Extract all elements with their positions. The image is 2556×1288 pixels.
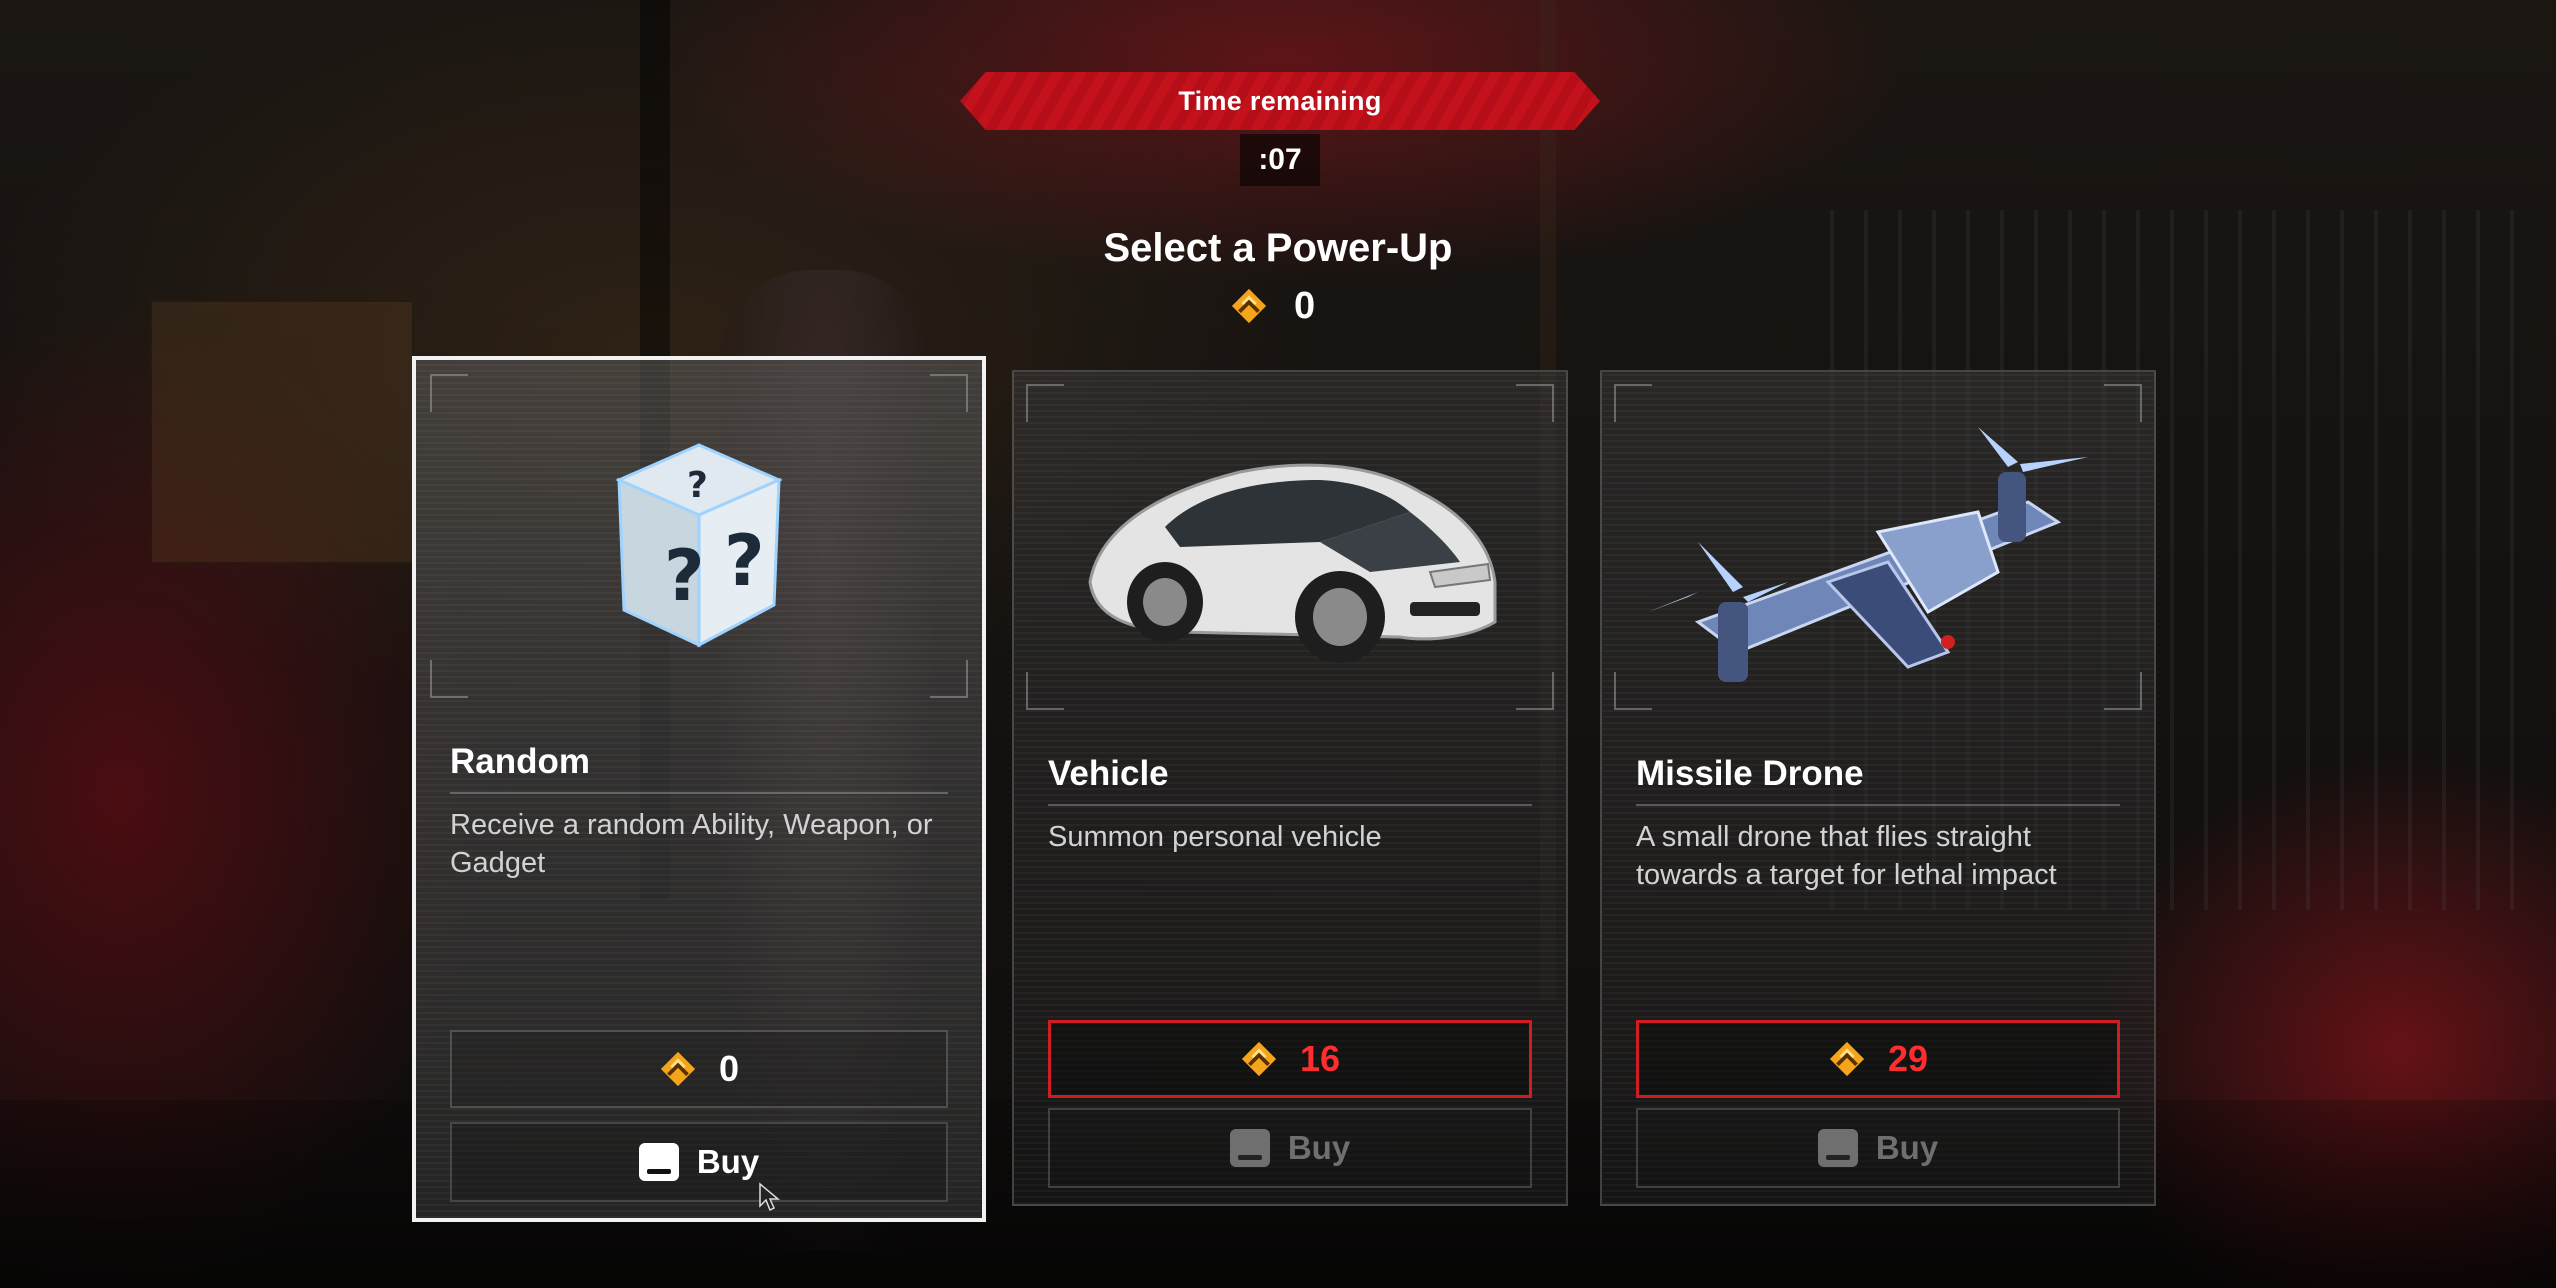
price-value: 29 <box>1887 1038 1929 1079</box>
timer-label: Time remaining <box>1178 85 1382 116</box>
buy-button-random[interactable]: Buy <box>450 1122 948 1202</box>
background-crate <box>150 300 414 564</box>
coin-icon <box>659 1050 697 1088</box>
price-value: 16 <box>1299 1038 1341 1079</box>
card-title: Vehicle <box>1048 754 1169 793</box>
coin-icon <box>1230 287 1268 325</box>
keyboard-space-icon <box>1229 1129 1270 1167</box>
price-box: 0 <box>450 1030 948 1108</box>
card-title: Missile Drone <box>1636 754 1864 793</box>
price-box: 29 <box>1636 1020 2120 1098</box>
timer-value-box: :07 <box>1240 134 1320 186</box>
card-description: A small drone that flies straight toward… <box>1636 821 2057 891</box>
coin-icon <box>1828 1040 1866 1078</box>
card-divider <box>1048 804 1532 806</box>
keyboard-space-icon <box>638 1143 679 1181</box>
coin-icon <box>1240 1040 1278 1078</box>
card-title: Random <box>450 742 590 781</box>
price-value: 0 <box>718 1048 740 1089</box>
timer-banner: Time remaining <box>960 72 1600 130</box>
price-box: 16 <box>1048 1020 1532 1098</box>
car-icon <box>1034 392 1546 732</box>
mystery-dice-icon: ? ? ? <box>436 380 962 720</box>
keyboard-space-icon <box>1817 1129 1858 1167</box>
svg-text:?: ? <box>664 535 705 617</box>
timer-value: :07 <box>1258 143 1302 176</box>
drone-icon <box>1622 392 2134 732</box>
powerup-card-vehicle[interactable]: Vehicle Summon personal vehicle 16 Buy <box>1012 370 1568 1206</box>
buy-label: Buy <box>1875 1129 1939 1166</box>
powerup-card-random[interactable]: ? ? ? Random Receive a random Ability, W… <box>412 356 986 1222</box>
svg-text:?: ? <box>687 465 708 506</box>
buy-button-vehicle[interactable]: Buy <box>1048 1108 1532 1188</box>
mouse-cursor-icon <box>759 1182 781 1212</box>
card-divider <box>1636 804 2120 806</box>
currency-value: 0 <box>1294 284 1316 327</box>
buy-button-missile-drone[interactable]: Buy <box>1636 1108 2120 1188</box>
buy-label: Buy <box>1287 1129 1351 1166</box>
buy-label: Buy <box>696 1143 760 1180</box>
card-description: Receive a random Ability, Weapon, or Gad… <box>450 809 933 879</box>
currency-balance: 0 <box>1230 278 1315 334</box>
page-title: Select a Power-Up <box>1103 226 1453 270</box>
powerup-card-missile-drone[interactable]: Missile Drone A small drone that flies s… <box>1600 370 2156 1206</box>
svg-text:?: ? <box>724 520 765 602</box>
card-description: Summon personal vehicle <box>1048 821 1382 853</box>
card-divider <box>450 792 948 794</box>
